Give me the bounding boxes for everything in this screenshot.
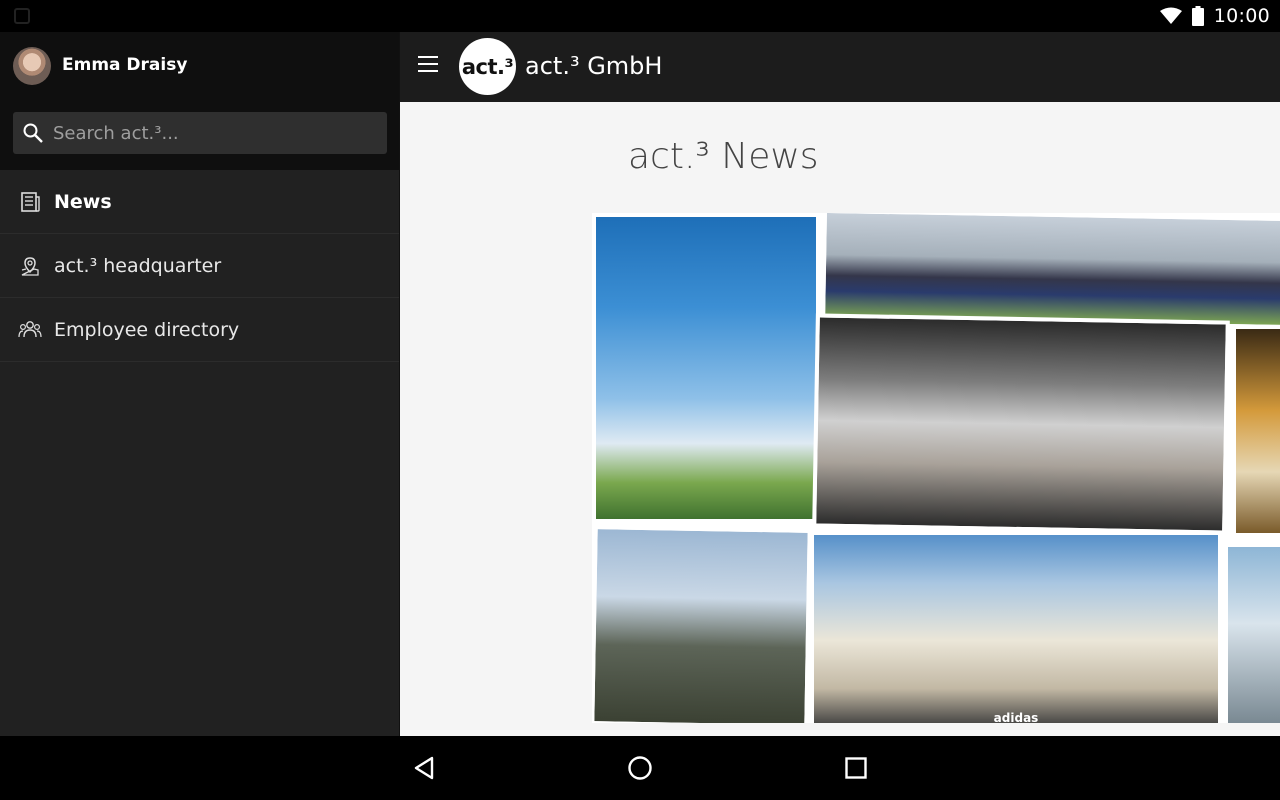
banner-text: adidas	[993, 711, 1039, 723]
drawer-item-headquarter[interactable]: act.³ headquarter	[0, 234, 399, 298]
news-icon	[18, 190, 42, 214]
location-pin-icon	[18, 254, 42, 278]
status-indicators: 10:00	[1159, 0, 1270, 32]
clock: 10:00	[1213, 5, 1270, 27]
collage-photo-palace	[812, 313, 1230, 535]
company-logo: act.³	[459, 38, 516, 95]
search-box[interactable]	[13, 112, 387, 154]
collage-photo-stadium	[821, 213, 1280, 330]
collage-photo-night	[1232, 325, 1280, 537]
notification-icon	[14, 8, 30, 24]
hamburger-menu-icon[interactable]	[418, 56, 442, 78]
navigation-drawer: Emma Draisy News	[0, 32, 400, 736]
collage-photo-reichstag: adidas	[810, 531, 1222, 723]
people-icon	[18, 318, 42, 342]
search-icon	[13, 112, 53, 154]
collage-photo-building	[1224, 543, 1280, 723]
back-icon[interactable]	[412, 755, 438, 781]
wifi-icon	[1159, 7, 1182, 24]
drawer-item-label: act.³ headquarter	[54, 254, 222, 277]
drawer-header: Emma Draisy	[0, 32, 399, 170]
drawer-item-employee-directory[interactable]: Employee directory	[0, 298, 399, 362]
user-name: Emma Draisy	[62, 55, 188, 75]
collage-photo-christ-statue	[592, 525, 812, 723]
system-navigation-bar	[0, 736, 1280, 800]
battery-icon	[1191, 6, 1204, 26]
avatar[interactable]	[13, 47, 51, 85]
home-icon[interactable]	[627, 755, 653, 781]
logo-text: act.³	[461, 54, 514, 79]
recent-apps-icon[interactable]	[843, 755, 869, 781]
page-title: act.³ News	[628, 136, 819, 177]
search-input[interactable]	[53, 122, 373, 144]
drawer-item-news[interactable]: News	[0, 170, 399, 234]
status-bar: 10:00	[0, 0, 1280, 32]
drawer-item-label: Employee directory	[54, 318, 240, 341]
app-bar: act.³ act.³ GmbH	[400, 32, 1280, 102]
news-image-collage[interactable]: adidas	[592, 213, 1280, 723]
app-title: act.³ GmbH	[525, 52, 663, 80]
drawer-item-label: News	[54, 190, 112, 213]
main-content: act.³ News adidas	[400, 102, 1280, 736]
collage-photo-tower	[592, 213, 820, 523]
